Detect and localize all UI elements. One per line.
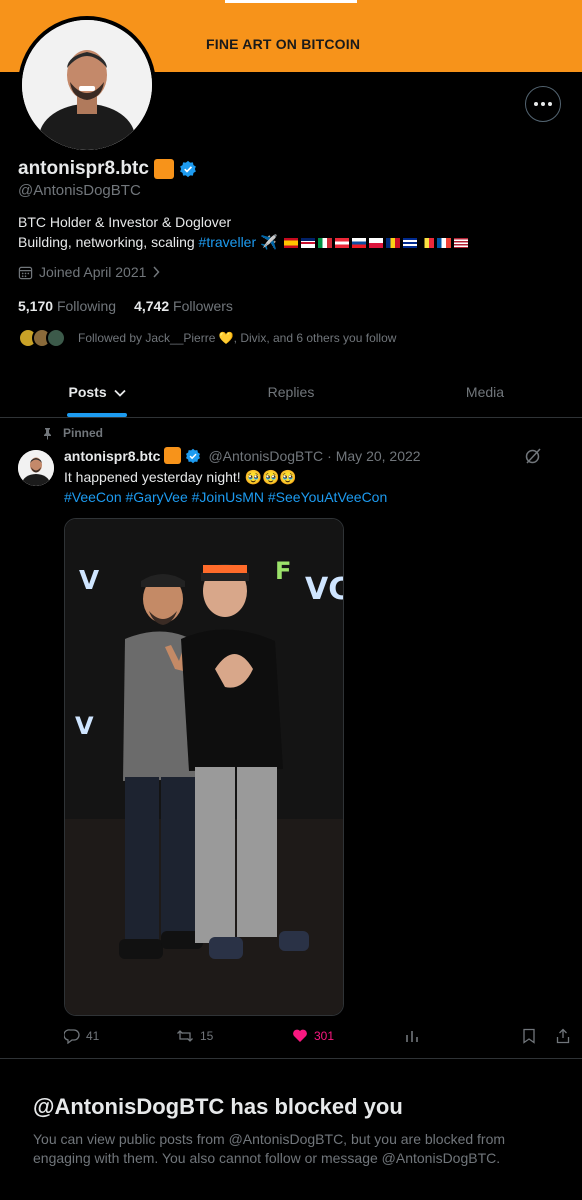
chevron-right-icon	[153, 266, 160, 278]
bookmark-button[interactable]	[522, 1028, 536, 1044]
share-icon	[556, 1028, 570, 1044]
bio-line-1: BTC Holder & Investor & Doglover	[18, 214, 232, 230]
tweet-author-name[interactable]: antonispr8.btc	[64, 448, 160, 464]
pinned-label: Pinned	[63, 426, 104, 440]
follow-counts: 5,170 Following 4,742 Followers	[18, 298, 233, 314]
tab-replies-label: Replies	[267, 384, 315, 400]
followers-count: 4,742	[134, 298, 170, 314]
ellipsis-icon	[534, 102, 552, 106]
joined-text: Joined April 2021	[39, 264, 147, 280]
flag-poland	[369, 238, 384, 249]
following-count: 5,170	[18, 298, 54, 314]
followers-link[interactable]: 4,742 Followers	[134, 298, 233, 314]
profile-tabs: Posts Replies Media	[0, 372, 582, 418]
reply-icon	[64, 1029, 80, 1044]
svg-text:V: V	[75, 712, 94, 740]
bio-line-2: Building, networking, scaling #traveller…	[18, 232, 578, 252]
orange-square-emoji	[153, 159, 174, 179]
orange-square-emoji	[164, 447, 182, 464]
tab-posts-label: Posts	[68, 384, 107, 400]
flag-spain	[284, 238, 299, 249]
mutual-avatar	[46, 328, 66, 348]
pinned-indicator: Pinned	[42, 426, 103, 440]
reply-button[interactable]: 41	[64, 1028, 99, 1044]
tab-posts[interactable]: Posts	[0, 372, 194, 417]
verified-badge-icon[interactable]	[179, 160, 197, 178]
repost-icon	[177, 1030, 193, 1042]
grok-icon	[525, 448, 541, 464]
tweet-avatar-photo	[18, 450, 54, 486]
tweet-photo[interactable]: VC V V F	[64, 518, 344, 1016]
flag-belgium	[420, 238, 435, 249]
tab-media[interactable]: Media	[388, 372, 582, 417]
bio-line-2-text: Building, networking, scaling	[18, 234, 199, 250]
flag-france	[437, 238, 452, 249]
profile-handle: @AntonisDogBTC	[18, 182, 141, 199]
flag-emoji-row	[284, 238, 469, 249]
following-link[interactable]: 5,170 Following	[18, 298, 116, 314]
tab-replies[interactable]: Replies	[194, 372, 388, 417]
tweet-author-avatar[interactable]	[18, 450, 54, 486]
flag-cuba	[403, 238, 418, 249]
flag-slovakia	[352, 238, 367, 249]
avatar-photo	[22, 20, 152, 150]
tweet-body: It happened yesterday night! 🥹🥹🥹 #VeeCon…	[64, 467, 564, 507]
banner-text: FINE ART ON BITCOIN	[206, 36, 361, 52]
tweet-date[interactable]: May 20, 2022	[336, 448, 421, 464]
svg-text:V: V	[79, 566, 99, 596]
like-button[interactable]: 301	[292, 1028, 334, 1043]
chevron-down-icon	[113, 389, 126, 397]
followed-by-text: Followed by Jack__Pierre 💛, Divix, and 6…	[78, 331, 397, 345]
section-divider	[0, 1058, 582, 1059]
flag-austria	[335, 238, 350, 249]
calendar-icon	[18, 266, 33, 279]
like-count: 301	[314, 1028, 335, 1043]
tweet-text: It happened yesterday night! 🥹🥹🥹	[64, 469, 297, 485]
reply-count: 41	[86, 1029, 100, 1043]
followers-label: Followers	[173, 298, 233, 314]
flag-usa	[454, 238, 469, 249]
svg-text:VC: VC	[305, 572, 344, 607]
flag-uk	[301, 238, 316, 249]
joined-date[interactable]: Joined April 2021	[18, 264, 160, 280]
more-options-button[interactable]	[525, 86, 561, 122]
followed-by-row[interactable]: Followed by Jack__Pierre 💛, Divix, and 6…	[18, 328, 396, 348]
tab-active-indicator	[67, 413, 127, 417]
blocked-title: @AntonisDogBTC has blocked you	[33, 1094, 403, 1119]
tweet-author-handle[interactable]: @AntonisDogBTC	[208, 448, 323, 464]
hashtag-link[interactable]: #traveller	[199, 234, 257, 250]
tweet-hashtags[interactable]: #VeeCon #GaryVee #JoinUsMN #SeeYouAtVeeC…	[64, 487, 564, 507]
profile-bio: BTC Holder & Investor & Doglover Buildin…	[18, 212, 578, 252]
views-icon	[406, 1031, 418, 1042]
share-button[interactable]	[556, 1028, 570, 1044]
pin-icon	[44, 427, 51, 439]
dot-separator: ·	[327, 447, 332, 464]
profile-avatar[interactable]	[18, 16, 156, 154]
svg-text:F: F	[275, 557, 291, 585]
tweet-actions: 41 15 301	[64, 1028, 574, 1048]
event-photo: VC V V F	[65, 519, 344, 1015]
tweet-header: antonispr8.btc @AntonisDogBTC · May 20, …	[64, 447, 421, 464]
views-button[interactable]	[404, 1028, 420, 1044]
flag-romania	[386, 238, 401, 249]
repost-button[interactable]: 15	[176, 1028, 213, 1044]
display-name: antonispr8.btc	[18, 158, 149, 179]
airplane-icon: ✈️	[260, 234, 278, 250]
bookmark-icon	[523, 1028, 535, 1044]
blocked-description: You can view public posts from @AntonisD…	[33, 1131, 506, 1166]
mutual-avatars	[18, 328, 66, 348]
verified-badge-icon[interactable]	[185, 448, 201, 464]
banner-top-strip	[225, 0, 357, 3]
flag-italy	[318, 238, 333, 249]
repost-count: 15	[200, 1029, 214, 1043]
tab-media-label: Media	[465, 384, 505, 400]
following-label: Following	[56, 298, 117, 314]
heart-filled-icon	[293, 1029, 307, 1042]
profile-name-row: antonispr8.btc	[18, 158, 197, 180]
